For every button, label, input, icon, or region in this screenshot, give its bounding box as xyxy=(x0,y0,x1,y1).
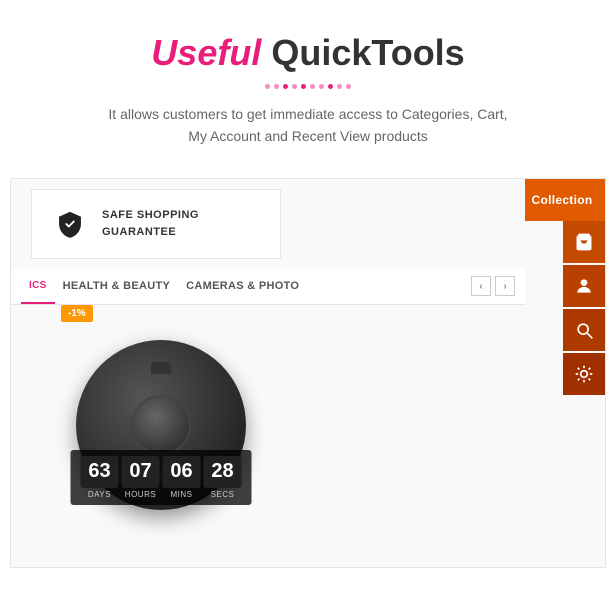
dot xyxy=(346,84,351,89)
mins-label: MINS xyxy=(171,490,193,499)
discount-badge: -1% xyxy=(61,305,93,322)
content-area: SAFE SHOPPING GUARANTEE Collection xyxy=(10,178,606,568)
next-arrow[interactable]: › xyxy=(495,276,515,296)
page-title: Useful QuickTools xyxy=(40,32,576,74)
hours-value: 07 xyxy=(122,456,160,488)
cart-tool-button[interactable] xyxy=(563,221,605,263)
days-value: 63 xyxy=(81,456,119,488)
dot xyxy=(265,84,270,89)
countdown-mins: 06 MINS xyxy=(163,456,201,499)
tab-cameras-photo[interactable]: CAMERAS & PHOTO xyxy=(178,269,307,304)
dot xyxy=(301,84,306,89)
dot xyxy=(292,84,297,89)
safe-shopping-box: SAFE SHOPPING GUARANTEE xyxy=(31,189,281,259)
secs-label: SECS xyxy=(211,490,235,499)
search-icon xyxy=(574,320,594,340)
settings-tool-button[interactable] xyxy=(563,353,605,395)
quick-tools-sidebar: Collection xyxy=(525,179,605,397)
dot xyxy=(310,84,315,89)
robot-center xyxy=(131,395,191,455)
account-icon xyxy=(574,276,594,296)
dot xyxy=(328,84,333,89)
countdown-hours: 07 HOURS xyxy=(122,456,160,499)
dot xyxy=(337,84,342,89)
countdown-secs: 28 SECS xyxy=(204,456,242,499)
dots-decoration xyxy=(40,84,576,89)
nav-arrows: ‹ › xyxy=(471,276,515,296)
prev-arrow[interactable]: ‹ xyxy=(471,276,491,296)
tab-ics[interactable]: ICS xyxy=(21,269,55,304)
sun-icon xyxy=(574,364,594,384)
dot xyxy=(274,84,279,89)
tab-health-beauty[interactable]: HEALTH & BEAUTY xyxy=(55,269,179,304)
title-useful: Useful xyxy=(151,32,261,73)
search-tool-button[interactable] xyxy=(563,309,605,351)
account-tool-button[interactable] xyxy=(563,265,605,307)
countdown-days: 63 DAYS xyxy=(81,456,119,499)
header-subtitle: It allows customers to get immediate acc… xyxy=(40,103,576,148)
nav-tabs: ICS HEALTH & BEAUTY CAMERAS & PHOTO ‹ › xyxy=(11,269,525,305)
shield-icon xyxy=(52,206,88,242)
robot-bump xyxy=(151,362,171,374)
dot xyxy=(319,84,324,89)
cart-icon xyxy=(574,232,594,252)
hours-label: HOURS xyxy=(125,490,156,499)
product-area: -1% — XIAOMI — 63 DAYS 07 HOURS 06 xyxy=(61,305,281,525)
product-image: — XIAOMI — 63 DAYS 07 HOURS 06 MINS 28 xyxy=(61,325,261,525)
dot xyxy=(283,84,288,89)
mins-value: 06 xyxy=(163,456,201,488)
countdown-timer: 63 DAYS 07 HOURS 06 MINS 28 SECS xyxy=(71,450,252,505)
title-quicktools: QuickTools xyxy=(271,32,464,73)
safe-shopping-text: SAFE SHOPPING GUARANTEE xyxy=(102,207,199,240)
secs-value: 28 xyxy=(204,456,242,488)
header-section: Useful QuickTools It allows customers to… xyxy=(0,0,616,168)
collection-button[interactable]: Collection xyxy=(525,179,605,221)
days-label: DAYS xyxy=(88,490,111,499)
